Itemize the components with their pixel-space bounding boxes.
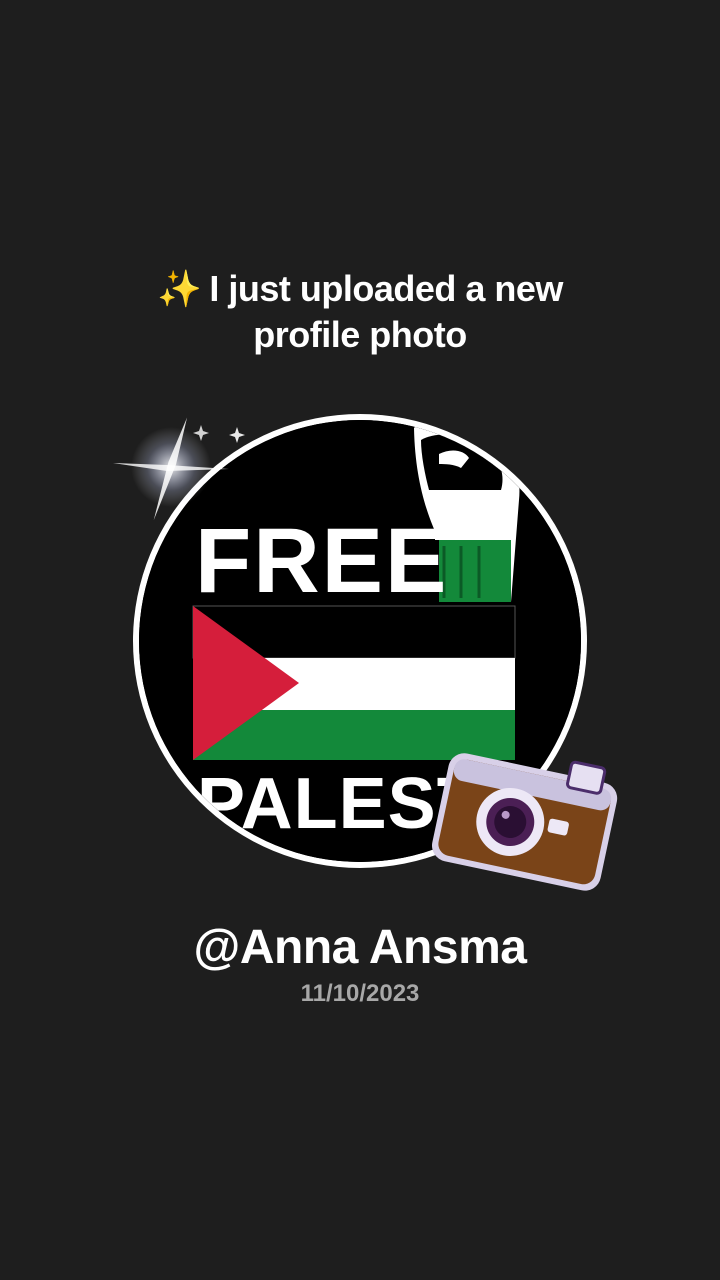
free-text: FREE: [195, 510, 448, 612]
headline-text: I just uploaded a new profile photo: [209, 268, 563, 355]
sparkle-emoji-icon: ✨: [157, 268, 202, 309]
username: @Anna Ansma: [193, 921, 527, 974]
palestine-flag: [192, 605, 516, 760]
headline: ✨ I just uploaded a new profile photo: [110, 266, 610, 358]
camera-icon: [432, 753, 618, 891]
story-screen: ✨ I just uploaded a new profile photo FRE…: [0, 0, 720, 1280]
upload-date: 11/10/2023: [300, 980, 420, 1007]
